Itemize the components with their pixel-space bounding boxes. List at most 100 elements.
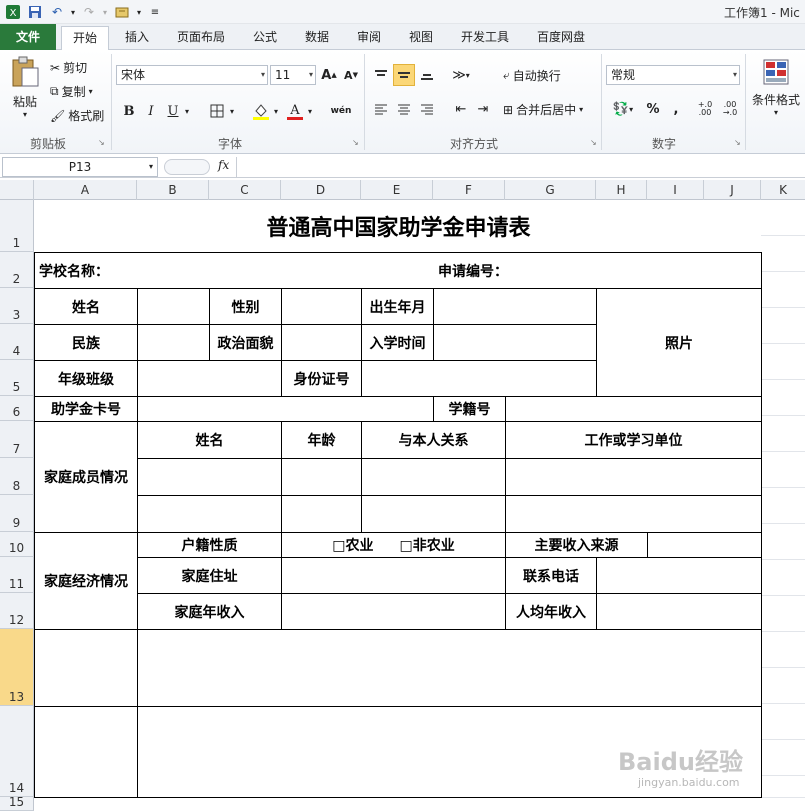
- tab-formulas[interactable]: 公式: [243, 26, 287, 50]
- row-header-13[interactable]: 13: [0, 629, 34, 706]
- tab-insert[interactable]: 插入: [115, 26, 159, 50]
- income-source-value-cell[interactable]: [647, 532, 762, 558]
- column-header-i[interactable]: I: [647, 180, 704, 200]
- fill-color-dropdown-icon[interactable]: ▾: [270, 100, 282, 122]
- row-header-9[interactable]: 9: [0, 495, 34, 532]
- font-name-select[interactable]: 宋体 ▾: [116, 65, 268, 85]
- enroll-label-cell[interactable]: 入学时间: [361, 324, 434, 361]
- increase-decimal-button[interactable]: +.0 .00: [694, 98, 716, 120]
- align-middle-button[interactable]: [393, 64, 415, 86]
- name-label-cell[interactable]: 姓名: [34, 288, 138, 325]
- row-header-11[interactable]: 11: [0, 557, 34, 593]
- annual-income-value-cell[interactable]: [281, 593, 506, 630]
- column-header-d[interactable]: D: [281, 180, 361, 200]
- tab-view[interactable]: 视图: [399, 26, 443, 50]
- row-header-8[interactable]: 8: [0, 458, 34, 495]
- ethnicity-label-cell[interactable]: 民族: [34, 324, 138, 361]
- per-capita-label-cell[interactable]: 人均年收入: [505, 593, 597, 630]
- member-name-header[interactable]: 姓名: [137, 421, 282, 459]
- politics-label-cell[interactable]: 政治面貌: [209, 324, 282, 361]
- number-format-select[interactable]: 常规 ▾: [606, 65, 740, 85]
- column-header-e[interactable]: E: [361, 180, 433, 200]
- income-source-label-cell[interactable]: 主要收入来源: [505, 532, 648, 558]
- align-right-button[interactable]: [416, 98, 438, 120]
- copy-button[interactable]: ⧉ 复制 ▾: [50, 83, 93, 100]
- underline-dropdown-icon[interactable]: ▾: [181, 100, 193, 122]
- row-header-2[interactable]: 2: [0, 252, 34, 288]
- column-header-c[interactable]: C: [209, 180, 281, 200]
- column-header-h[interactable]: H: [596, 180, 647, 200]
- member-relation-header[interactable]: 与本人关系: [361, 421, 506, 459]
- save-icon[interactable]: [26, 3, 44, 21]
- comma-button[interactable]: ,: [665, 98, 687, 120]
- align-left-button[interactable]: [370, 98, 392, 120]
- row-header-4[interactable]: 4: [0, 324, 34, 360]
- gender-label-cell[interactable]: 性别: [209, 288, 282, 325]
- grow-font-button[interactable]: A ▲: [318, 64, 340, 86]
- address-value-cell[interactable]: [281, 557, 506, 594]
- family-economy-label-cell[interactable]: 家庭经济情况: [34, 532, 138, 630]
- conditional-format-button[interactable]: 条件格式 ▾: [752, 58, 800, 117]
- non-agri-checkbox[interactable]: □非农业: [400, 535, 455, 555]
- borders-dropdown-icon[interactable]: ▾: [226, 100, 238, 122]
- font-color-button[interactable]: A: [284, 100, 306, 122]
- percent-button[interactable]: %: [642, 98, 664, 120]
- row-header-10[interactable]: 10: [0, 532, 34, 557]
- card-number-value-cell[interactable]: [137, 396, 434, 422]
- decrease-decimal-button[interactable]: .00 →.0: [719, 98, 741, 120]
- ethnicity-value-cell[interactable]: [137, 324, 210, 361]
- align-bottom-button[interactable]: [416, 64, 438, 86]
- tab-data[interactable]: 数据: [295, 26, 339, 50]
- grid-area-right[interactable]: [761, 200, 805, 811]
- name-value-cell[interactable]: [137, 288, 210, 325]
- enroll-value-cell[interactable]: [433, 324, 597, 361]
- name-box[interactable]: P13 ▾: [2, 157, 158, 177]
- school-name-cell[interactable]: 学校名称：: [34, 252, 762, 289]
- per-capita-value-cell[interactable]: [596, 593, 762, 630]
- format-painter-button[interactable]: 🖌 格式刷: [50, 107, 104, 124]
- merge-center-button[interactable]: ⊞ 合并后居中 ▾: [503, 101, 583, 118]
- address-label-cell[interactable]: 家庭住址: [137, 557, 282, 594]
- font-color-dropdown-icon[interactable]: ▾: [304, 100, 316, 122]
- member-age-cell[interactable]: [281, 458, 362, 496]
- decrease-indent-button[interactable]: ⇤: [450, 98, 472, 120]
- font-launcher-icon[interactable]: ↘: [352, 138, 359, 147]
- tab-baidu-netdisk[interactable]: 百度网盘: [528, 26, 594, 50]
- politics-value-cell[interactable]: [281, 324, 362, 361]
- fill-color-button[interactable]: [250, 100, 272, 122]
- member-name-cell[interactable]: [137, 495, 282, 533]
- tab-home[interactable]: 开始: [61, 26, 109, 51]
- formula-input[interactable]: [236, 157, 804, 177]
- phonetic-button[interactable]: wén: [326, 100, 356, 122]
- member-relation-cell[interactable]: [361, 495, 506, 533]
- student-no-label-cell[interactable]: 学籍号: [433, 396, 506, 422]
- tab-page-layout[interactable]: 页面布局: [168, 26, 234, 50]
- shrink-font-button[interactable]: A ▼: [340, 64, 362, 86]
- tab-file[interactable]: 文件: [0, 24, 56, 50]
- phone-value-cell[interactable]: [596, 557, 762, 594]
- member-work-cell[interactable]: [505, 458, 762, 496]
- bold-button[interactable]: B: [118, 100, 140, 122]
- row-header-1[interactable]: 1: [0, 200, 34, 252]
- card-number-label-cell[interactable]: 助学金卡号: [34, 396, 138, 422]
- number-launcher-icon[interactable]: ↘: [734, 138, 741, 147]
- row-header-5[interactable]: 5: [0, 360, 34, 396]
- tab-review[interactable]: 审阅: [347, 26, 391, 50]
- grade-class-value-cell[interactable]: [137, 360, 282, 397]
- row-header-14[interactable]: 14: [0, 706, 34, 797]
- tab-developer[interactable]: 开发工具: [452, 26, 518, 50]
- increase-indent-button[interactable]: ⇥: [472, 98, 494, 120]
- italic-button[interactable]: I: [140, 100, 162, 122]
- grade-class-label-cell[interactable]: 年级班级: [34, 360, 138, 397]
- redo-dropdown-icon[interactable]: ▾: [96, 3, 114, 21]
- photo-cell[interactable]: 照片: [596, 288, 762, 397]
- row-header-6[interactable]: 6: [0, 396, 34, 421]
- student-no-value-cell[interactable]: [505, 396, 762, 422]
- row-header-12[interactable]: 12: [0, 593, 34, 629]
- household-type-options-cell[interactable]: □农业 □非农业: [281, 532, 506, 558]
- phone-label-cell[interactable]: 联系电话: [505, 557, 597, 594]
- row-header-7[interactable]: 7: [0, 421, 34, 458]
- row14-label-cell[interactable]: [34, 706, 138, 798]
- column-header-j[interactable]: J: [704, 180, 761, 200]
- form-title[interactable]: 普通高中国家助学金申请表: [35, 200, 762, 252]
